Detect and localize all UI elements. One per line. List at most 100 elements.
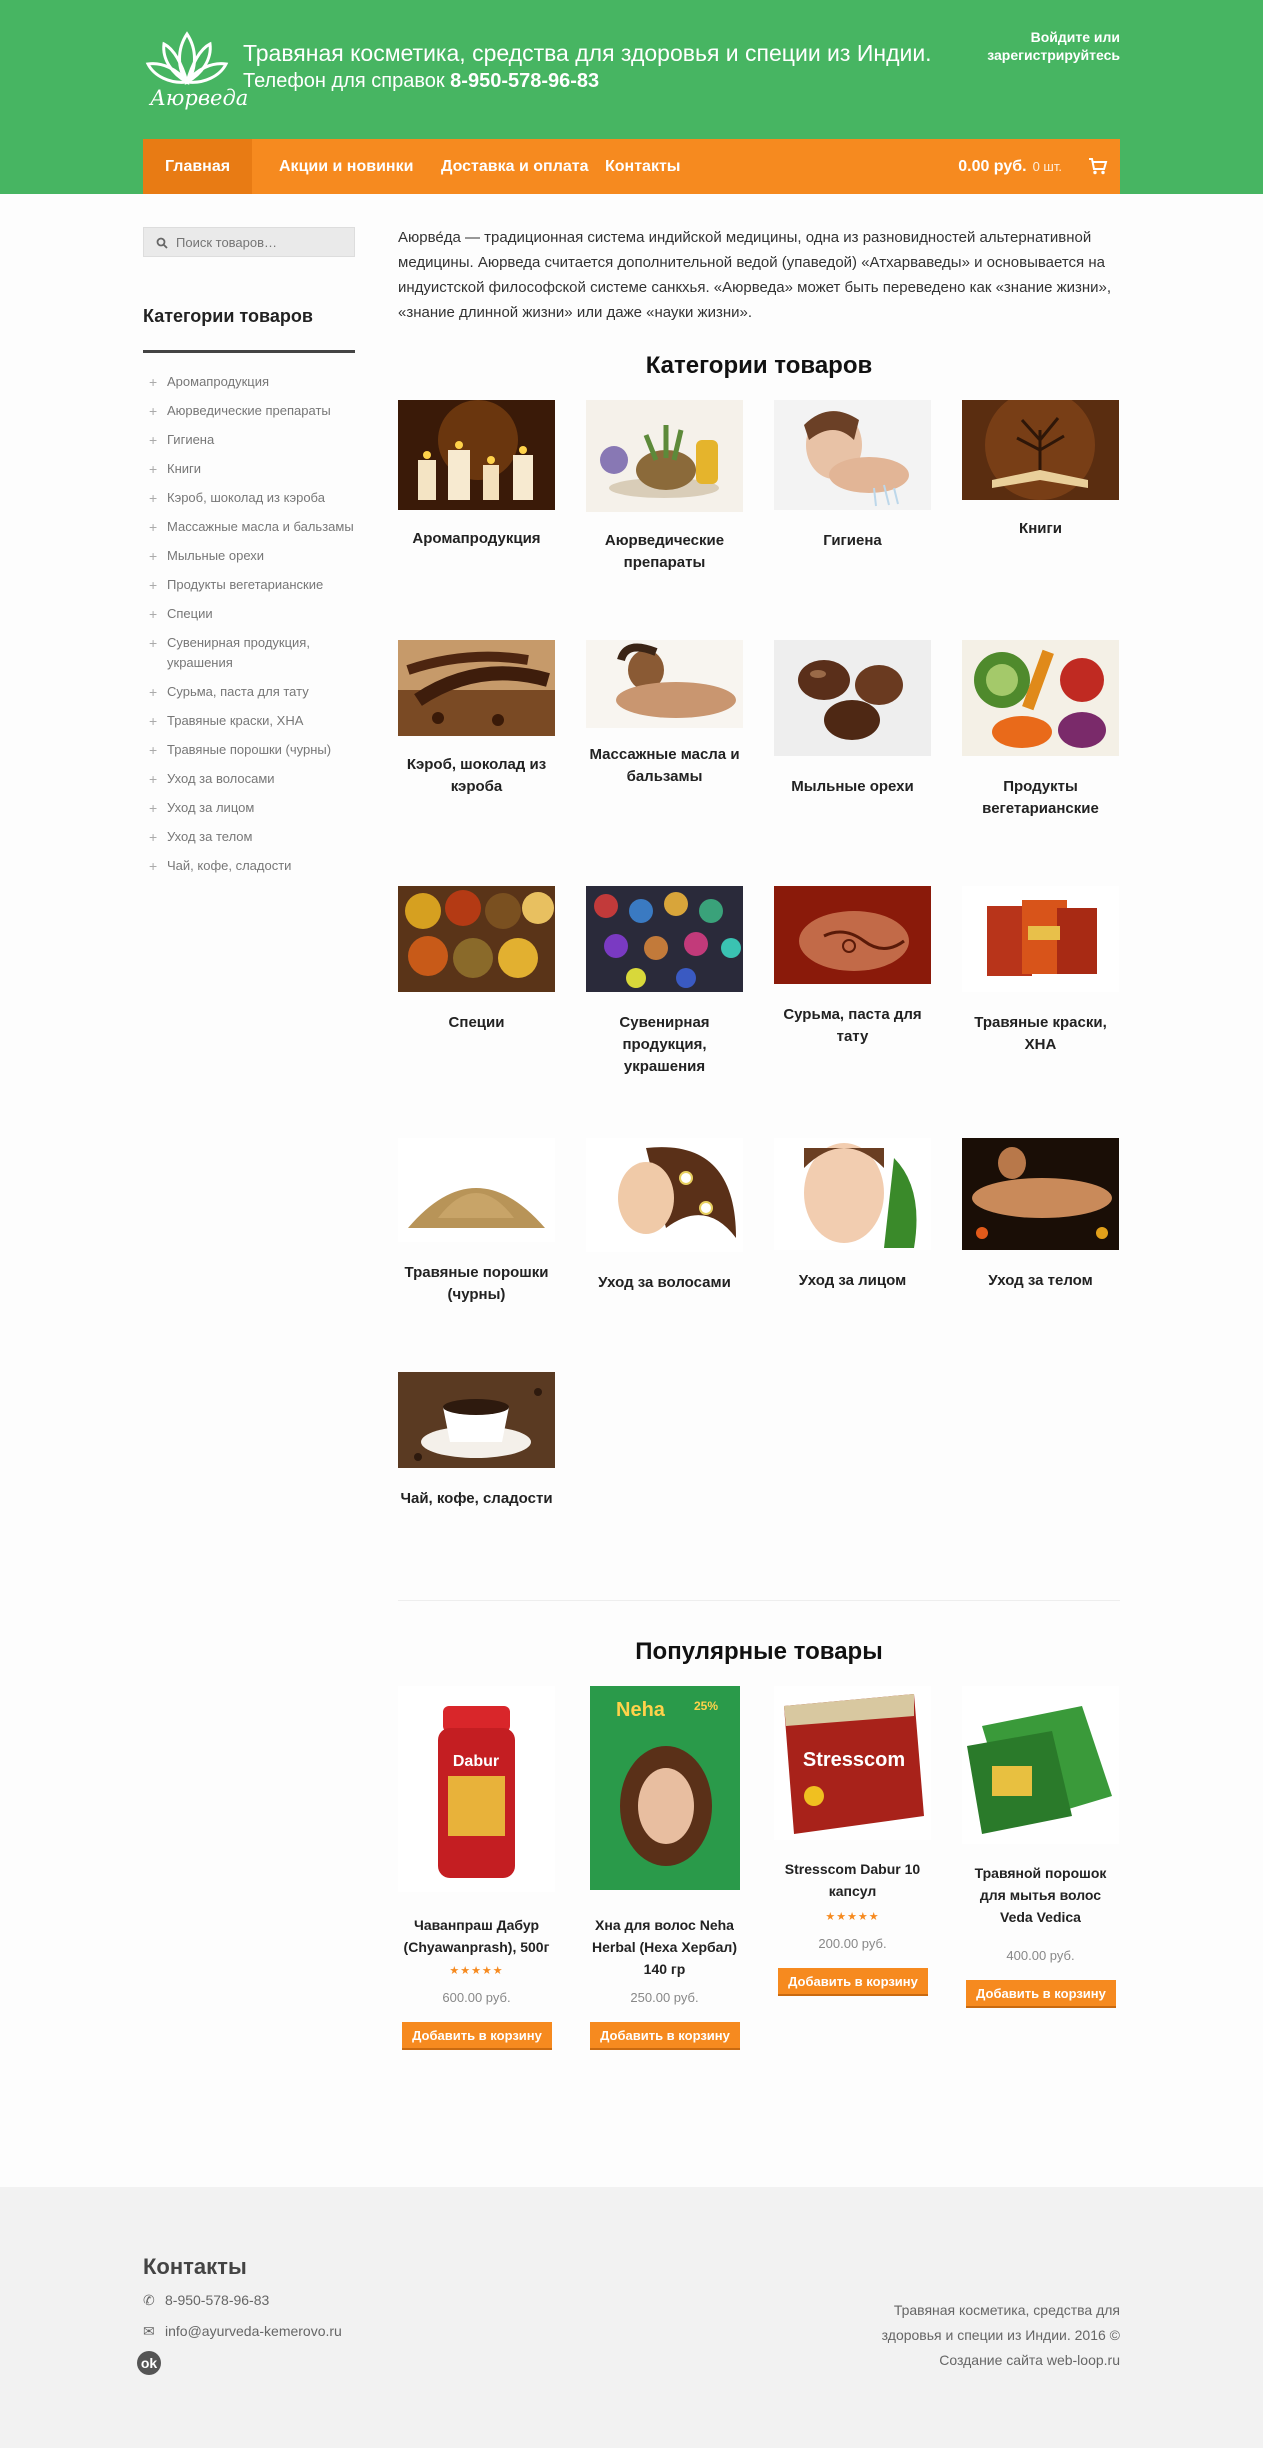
- product-image-chyawanprash[interactable]: Dabur: [398, 1686, 555, 1892]
- category-image-face-care[interactable]: [774, 1138, 931, 1250]
- category-name[interactable]: Сувенирная продукция, украшения: [586, 1012, 743, 1078]
- sidebar-item[interactable]: + Уход за волосами: [143, 769, 355, 789]
- category-card[interactable]: Сувенирная продукция, украшения: [586, 886, 743, 1075]
- category-card[interactable]: Гигиена: [774, 400, 931, 549]
- category-image-books[interactable]: [962, 400, 1119, 500]
- category-image-carob[interactable]: [398, 640, 555, 736]
- sidebar-item-label[interactable]: Массажные масла и бальзамы: [167, 519, 354, 534]
- category-name[interactable]: Аромапродукция: [398, 528, 555, 550]
- category-image-massage[interactable]: [586, 640, 743, 728]
- sidebar-item[interactable]: + Аюрведические препараты: [143, 401, 355, 421]
- sidebar-item-label[interactable]: Продукты вегетарианские: [167, 577, 323, 592]
- login-register-link[interactable]: Войдите или зарегистрируйтесь: [920, 28, 1120, 64]
- sidebar-item-label[interactable]: Аюрведические препараты: [167, 403, 331, 418]
- cart-summary[interactable]: 0.00 руб. 0 шт.: [958, 139, 1062, 194]
- sidebar-item-label[interactable]: Чай, кофе, сладости: [167, 858, 291, 873]
- cart-icon[interactable]: [1088, 157, 1108, 175]
- sidebar-item[interactable]: + Уход за телом: [143, 827, 355, 847]
- sidebar-item[interactable]: + Массажные масла и бальзамы: [143, 517, 355, 537]
- add-to-cart-button[interactable]: Добавить в корзину: [778, 1968, 928, 1996]
- sidebar-item[interactable]: + Кэроб, шоколад из кэроба: [143, 488, 355, 508]
- category-image-aroma[interactable]: [398, 400, 555, 510]
- category-name[interactable]: Сурьма, паста для тату: [774, 1004, 931, 1048]
- category-name[interactable]: Травяные краски, ХНА: [962, 1012, 1119, 1056]
- category-image-soapnuts[interactable]: [774, 640, 931, 756]
- category-card[interactable]: Продукты вегетарианские: [962, 640, 1119, 817]
- sidebar-item[interactable]: + Мыльные орехи: [143, 546, 355, 566]
- category-image-vegetarian[interactable]: [962, 640, 1119, 756]
- sidebar-item-label[interactable]: Гигиена: [167, 432, 214, 447]
- product-name[interactable]: Хна для волос Neha Herbal (Неха Хербал) …: [586, 1914, 743, 1980]
- category-card[interactable]: Уход за телом: [962, 1138, 1119, 1289]
- sidebar-item-label[interactable]: Книги: [167, 461, 201, 476]
- product-card[interactable]: Neha 25% Хна для волос Neha Herbal (Неха …: [586, 1686, 743, 2050]
- footer-email-address[interactable]: info@ayurveda-kemerovo.ru: [165, 2323, 342, 2339]
- sidebar-item[interactable]: + Сувенирная продукция, украшения: [143, 633, 355, 673]
- product-name[interactable]: Stresscom Dabur 10 капсул: [774, 1858, 931, 1902]
- category-name[interactable]: Уход за телом: [962, 1270, 1119, 1292]
- category-image-souvenirs[interactable]: [586, 886, 743, 992]
- odnoklassniki-icon[interactable]: ok: [137, 2351, 161, 2375]
- sidebar-item-label[interactable]: Кэроб, шоколад из кэроба: [167, 490, 325, 505]
- category-image-hygiene[interactable]: [774, 400, 931, 510]
- sidebar-item-label[interactable]: Сувенирная продукция, украшения: [167, 635, 310, 670]
- category-name[interactable]: Травяные порошки (чурны): [398, 1262, 555, 1306]
- search-input[interactable]: [176, 228, 351, 256]
- sidebar-item[interactable]: + Чай, кофе, сладости: [143, 856, 355, 876]
- category-image-hair-care[interactable]: [586, 1138, 743, 1252]
- product-name[interactable]: Чаванпраш Дабур (Chyawanprash), 500г: [398, 1914, 555, 1958]
- category-card[interactable]: Аромапродукция: [398, 400, 555, 547]
- category-card[interactable]: Травяные порошки (чурны): [398, 1138, 555, 1303]
- sidebar-item-label[interactable]: Мыльные орехи: [167, 548, 264, 563]
- product-name[interactable]: Травяной порошок для мытья волос Veda Ve…: [962, 1862, 1119, 1928]
- sidebar-item[interactable]: + Специи: [143, 604, 355, 624]
- product-image-stresscom[interactable]: Stresscom: [774, 1686, 931, 1840]
- sidebar-item[interactable]: + Гигиена: [143, 430, 355, 450]
- category-card[interactable]: Аюрведические препараты: [586, 400, 743, 571]
- sidebar-item-label[interactable]: Сурьма, паста для тату: [167, 684, 309, 699]
- sidebar-item[interactable]: + Аромапродукция: [143, 372, 355, 392]
- category-card[interactable]: Травяные краски, ХНА: [962, 886, 1119, 1053]
- sidebar-item-label[interactable]: Специи: [167, 606, 213, 621]
- category-card[interactable]: Уход за волосами: [586, 1138, 743, 1291]
- sidebar-item-label[interactable]: Травяные краски, ХНА: [167, 713, 303, 728]
- category-name[interactable]: Массажные масла и бальзамы: [586, 744, 743, 788]
- category-name[interactable]: Мыльные орехи: [774, 776, 931, 798]
- category-name[interactable]: Уход за лицом: [774, 1270, 931, 1292]
- sidebar-item[interactable]: + Уход за лицом: [143, 798, 355, 818]
- cart-count[interactable]: 0 шт.: [1033, 159, 1062, 174]
- cart-total[interactable]: 0.00 руб.: [958, 158, 1026, 175]
- category-card[interactable]: Уход за лицом: [774, 1138, 931, 1289]
- add-to-cart-button[interactable]: Добавить в корзину: [966, 1980, 1116, 2008]
- category-card[interactable]: Специи: [398, 886, 555, 1031]
- sidebar-item-label[interactable]: Аромапродукция: [167, 374, 269, 389]
- category-card[interactable]: Сурьма, паста для тату: [774, 886, 931, 1045]
- category-name[interactable]: Продукты вегетарианские: [962, 776, 1119, 820]
- product-card[interactable]: Травяной порошок для мытья волос Veda Ve…: [962, 1686, 1119, 2008]
- category-card[interactable]: Мыльные орехи: [774, 640, 931, 795]
- category-card[interactable]: Массажные масла и бальзамы: [586, 640, 743, 785]
- sidebar-item[interactable]: + Сурьма, паста для тату: [143, 682, 355, 702]
- category-image-herbal-powders[interactable]: [398, 1138, 555, 1242]
- category-name[interactable]: Уход за волосами: [586, 1272, 743, 1294]
- category-name[interactable]: Чай, кофе, сладости: [398, 1488, 555, 1510]
- add-to-cart-button[interactable]: Добавить в корзину: [590, 2022, 740, 2050]
- product-image-neha-henna[interactable]: Neha 25%: [586, 1686, 743, 1890]
- category-image-tea-coffee[interactable]: [398, 1372, 555, 1468]
- category-image-ayurvedic[interactable]: [586, 400, 743, 512]
- sidebar-item-label[interactable]: Травяные порошки (чурны): [167, 742, 331, 757]
- sidebar-item[interactable]: + Продукты вегетарианские: [143, 575, 355, 595]
- category-name[interactable]: Аюрведические препараты: [586, 530, 743, 574]
- nav-item-promotions[interactable]: Акции и новинки: [257, 139, 435, 194]
- category-name[interactable]: Гигиена: [774, 530, 931, 552]
- add-to-cart-button[interactable]: Добавить в корзину: [402, 2022, 552, 2050]
- category-name[interactable]: Книги: [962, 518, 1119, 540]
- sidebar-item[interactable]: + Травяные порошки (чурны): [143, 740, 355, 760]
- nav-item-contacts[interactable]: Контакты: [583, 139, 702, 194]
- login-line1[interactable]: Войдите или: [920, 28, 1120, 46]
- product-image-veda-vedica[interactable]: [962, 1686, 1119, 1844]
- nav-item-delivery[interactable]: Доставка и оплата: [419, 139, 611, 194]
- sidebar-item-label[interactable]: Уход за лицом: [167, 800, 254, 815]
- category-image-henna-tattoo[interactable]: [774, 886, 931, 984]
- category-image-spices[interactable]: [398, 886, 555, 992]
